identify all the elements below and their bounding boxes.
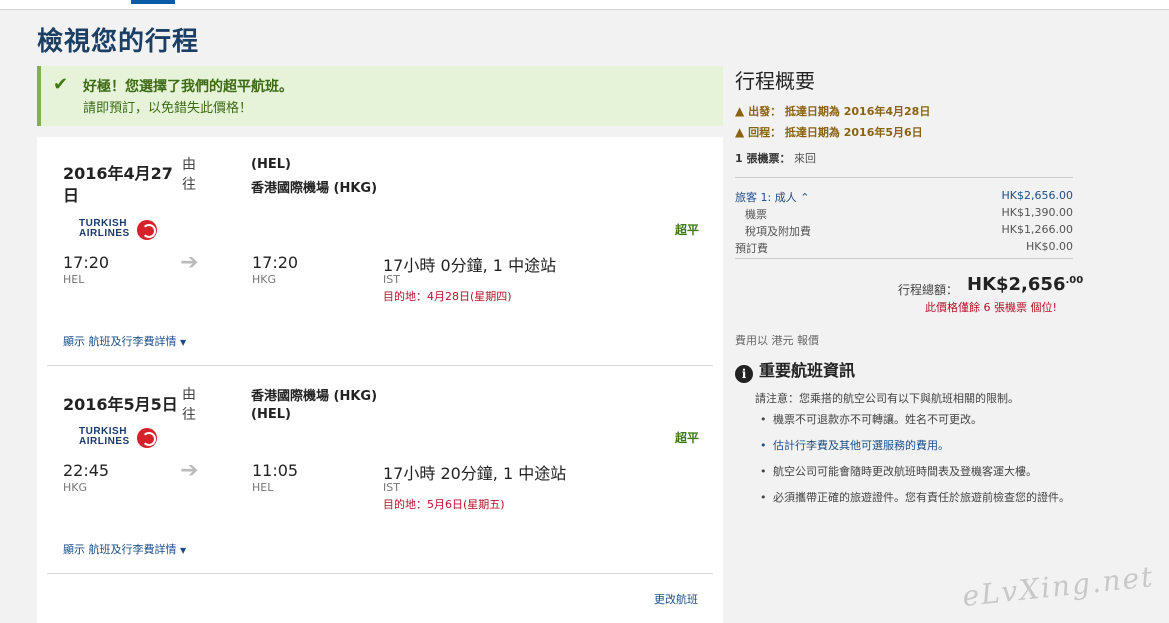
flight-segment: 2016年4月27日 由 往 (HEL) 香港國際機場 (HKG) TURKIS… [37,137,723,367]
alert-message: 請即預訂，以免錯失此價格！ [83,101,253,116]
warning-icon: ▲ [735,104,745,118]
active-tab-indicator [131,0,175,4]
flight-duration: 17小時 0分鐘, 1 中途站 [383,256,557,275]
traveler-price: HK$2,656.00 [1001,189,1073,202]
airline-logo: TURKISH AIRLINES [79,219,159,243]
flight-duration: 17小時 20分鐘, 1 中途站 [383,464,567,483]
check-icon: ✔ [53,74,69,95]
alert-title: 好極！您選擇了我們的超平航班。 [83,79,293,95]
ticket-count: 1 張機票： 來回 [735,152,816,165]
to-label: 往 [182,407,196,423]
from-label: 由 [182,387,196,403]
departure-code: HEL [63,273,85,286]
from-to-labels: 由 往 [182,385,200,425]
success-alert: ✔ 好極！您選擇了我們的超平航班。 請即預訂，以免錯失此價格！ [37,66,723,126]
stopover-code: IST [383,481,400,494]
from-label: 由 [182,157,196,173]
info-title: i 重要航班資訊 [735,357,855,383]
currency-note: 費用以 港元 報價 [735,334,819,347]
departure-time: 17:20 [63,253,110,272]
origin-airport: 香港國際機場 (HKG) [251,389,378,404]
info-list: 機票不可退款亦不可轉讓。姓名不可更改。 估計行李費及其他可選服務的費用。 航空公… [757,412,1077,516]
departure-time: 22:45 [63,461,110,480]
total-label: 行程總額： [898,283,959,297]
airline-logo: TURKISH AIRLINES [79,427,159,451]
flight-details-link[interactable]: 顯示 航班及行李費詳情 ▼ [63,541,186,557]
arrow-right-icon: ➔ [180,250,199,275]
watermark: eLvXing.net [960,560,1156,613]
flight-segment: 2016年5月5日 由 往 香港國際機場 (HKG) (HEL) TURKISH… [37,367,723,597]
info-note: 請注意：您乘搭的航空公司有以下與航班相關的限制。 [755,392,1019,405]
arrival-time: 17:20 [252,253,299,272]
arrival-note: 目的地：4月28日(星期四) [383,290,512,303]
flight-list: 2016年4月27日 由 往 (HEL) 香港國際機場 (HKG) TURKIS… [37,137,723,623]
return-warning: ▲ 回程： 抵達日期為 2016年5月6日 [735,125,923,139]
segment-divider [47,573,713,574]
summary-divider [735,258,1073,259]
chevron-down-icon: ▼ [180,338,187,347]
flight-date: 2016年4月27日 [63,164,173,205]
destination-airport: (HEL) [251,407,291,422]
total-price: HK$2,656.00 [967,274,1084,295]
seats-left-notice: 此價格僅餘 6 張機票 個位! [925,301,1057,314]
turkish-airlines-emblem-icon [137,220,157,240]
top-bar [0,0,1169,10]
flight-date: 2016年5月5日 [63,395,178,414]
origin-airport: (HEL) [251,157,291,172]
page-title: 檢視您的行程 [37,27,200,57]
list-item: 必須攜帶正確的旅遊證件。您有責任於旅遊前檢查您的證件。 [757,490,1077,506]
departure-code: HKG [63,481,88,494]
flight-details-link[interactable]: 顯示 航班及行李費詳情 ▼ [63,333,186,349]
stopover-code: IST [383,273,400,286]
summary-divider [735,177,1073,178]
arrival-time: 11:05 [252,461,299,480]
destination-airport: 香港國際機場 (HKG) [251,181,378,196]
list-item: 航空公司可能會隨時更改航班時間表及登機客運大樓。 [757,464,1077,480]
deal-badge: 超平 [675,431,700,445]
arrival-note: 目的地：5月6日(星期五) [383,498,505,511]
to-label: 往 [182,177,196,193]
deal-badge: 超平 [675,223,700,237]
baggage-fee-link[interactable]: 估計行李費及其他可選服務的費用。 [757,438,1077,454]
turkish-airlines-emblem-icon [137,428,157,448]
list-item: 機票不可退款亦不可轉讓。姓名不可更改。 [757,412,1077,428]
arrival-code: HEL [252,481,274,494]
from-to-labels: 由 往 [182,155,200,195]
summary-title: 行程概要 [735,69,815,93]
chevron-down-icon: ▼ [180,546,187,555]
depart-warning: ▲ 出發： 抵達日期為 2016年4月28日 [735,104,931,118]
warning-icon: ▲ [735,125,745,139]
arrow-right-icon: ➔ [180,458,199,483]
arrival-code: HKG [252,273,277,286]
change-flight-link[interactable]: 更改航班 [654,591,698,607]
segment-divider [47,365,713,366]
info-icon: i [735,365,753,383]
chevron-up-icon: ⌃ [800,191,810,204]
